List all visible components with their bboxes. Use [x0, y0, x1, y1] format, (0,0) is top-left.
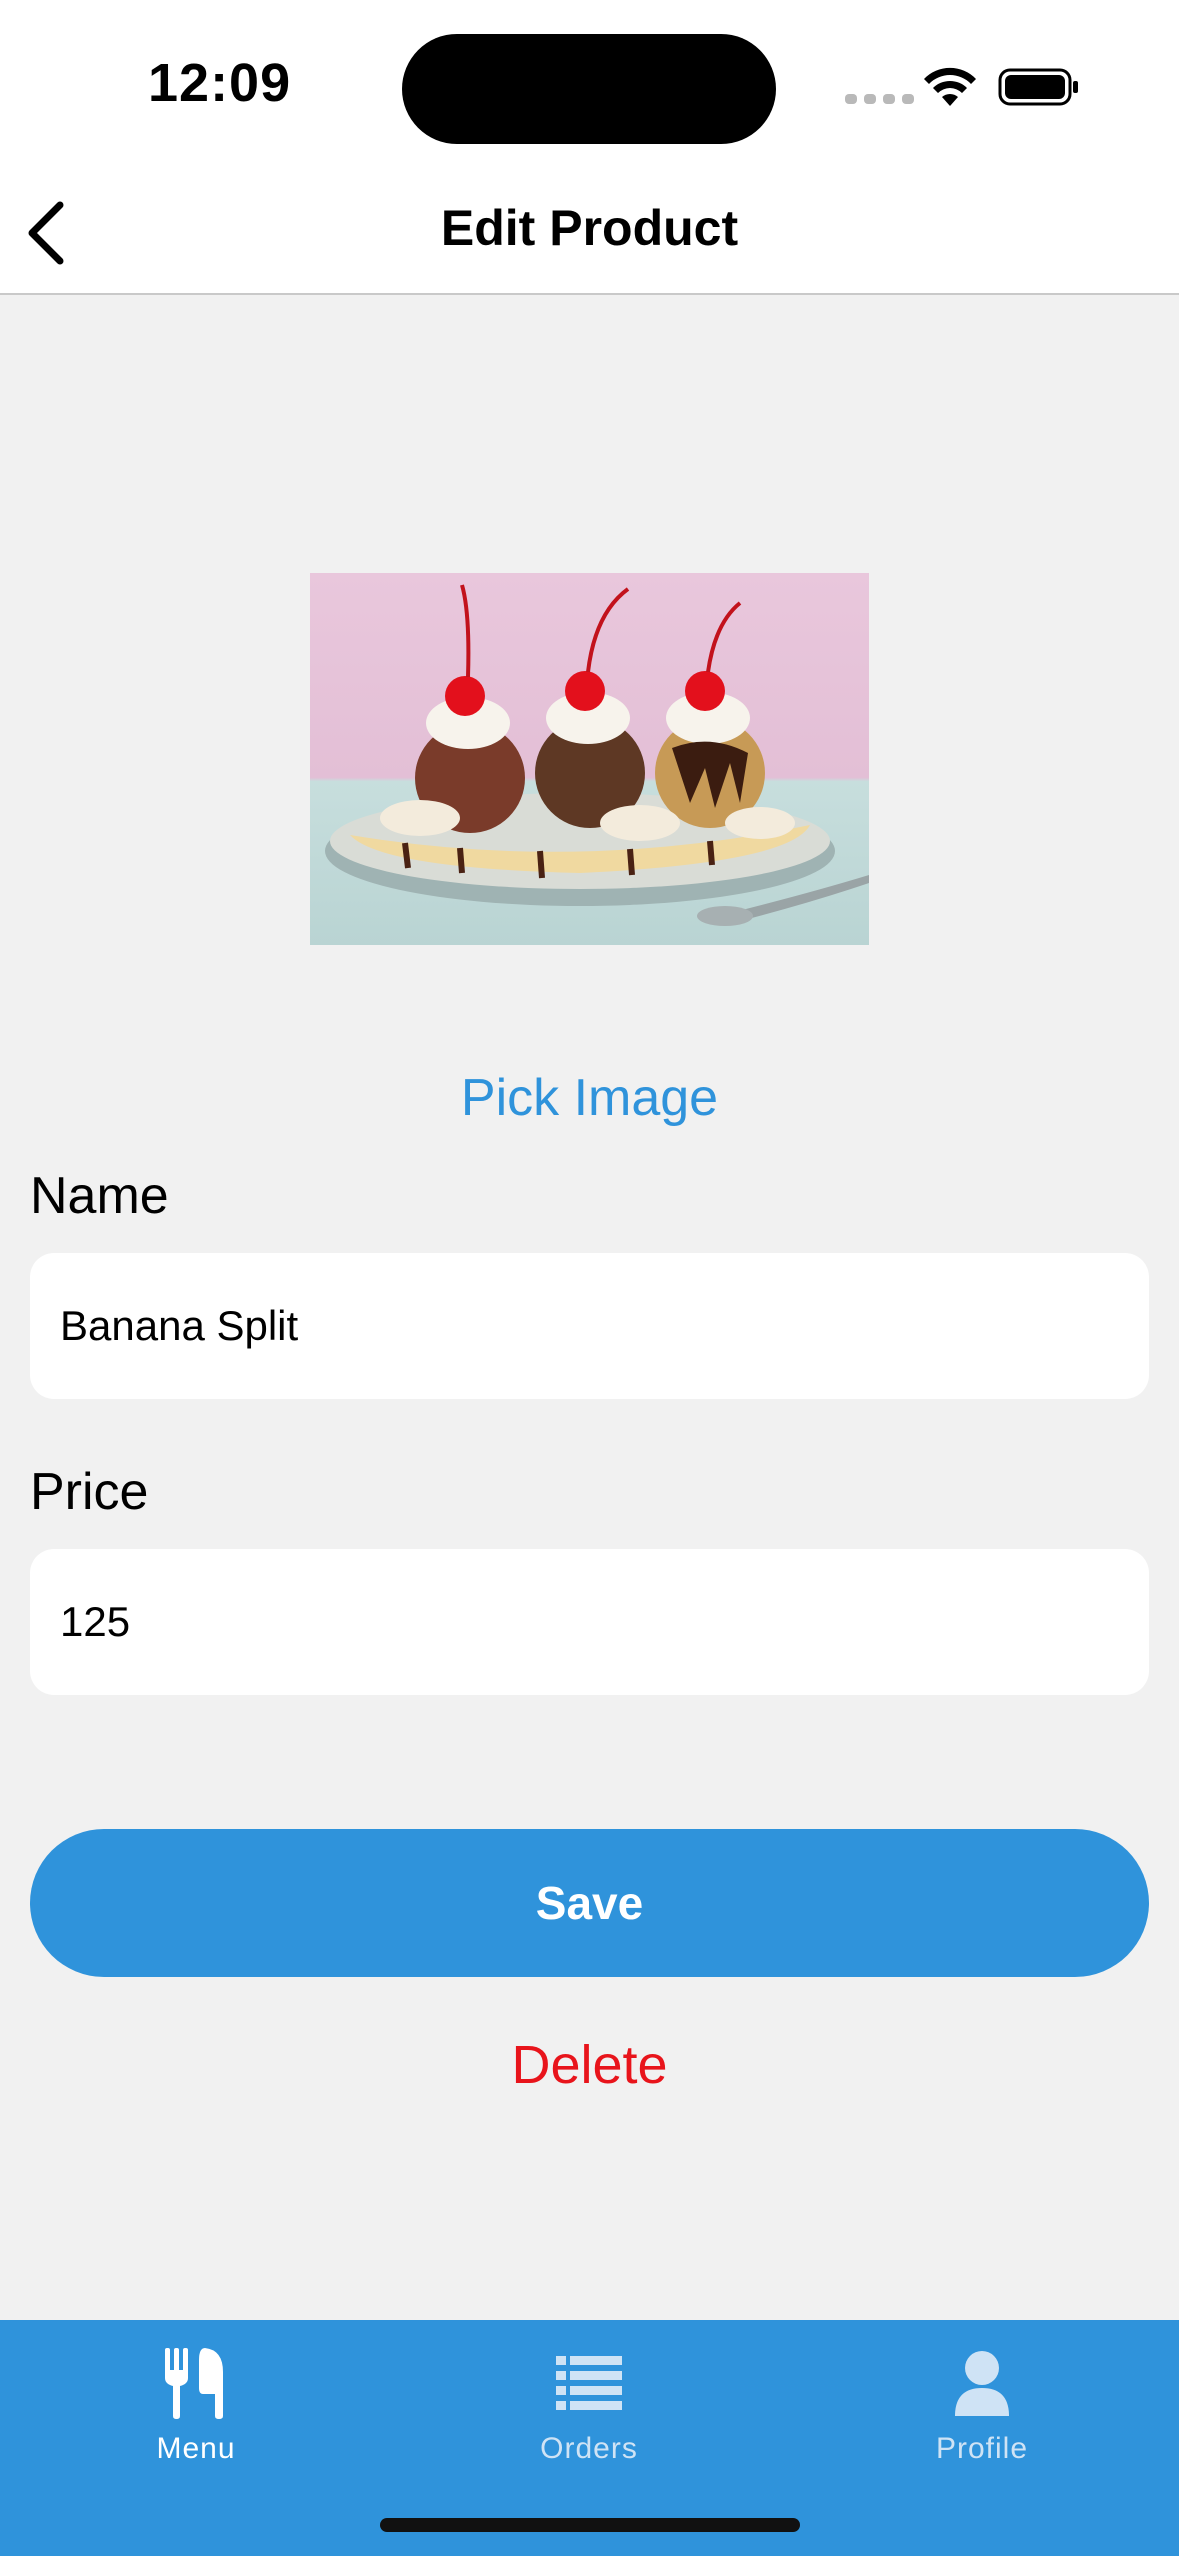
price-field[interactable]: 125 — [30, 1549, 1149, 1695]
status-time: 12:09 — [148, 53, 292, 113]
list-icon — [556, 2356, 622, 2410]
status-bar: 12:09 — [0, 0, 1179, 175]
battery-icon — [998, 68, 1078, 106]
product-image — [310, 573, 869, 945]
price-label: Price — [30, 1463, 149, 1521]
person-icon — [955, 2351, 1009, 2416]
pick-image-button[interactable]: Pick Image — [0, 1068, 1179, 1128]
save-button[interactable]: Save — [30, 1829, 1149, 1977]
tab-menu[interactable]: Menu — [76, 2320, 316, 2470]
dynamic-island — [402, 34, 776, 144]
fork-knife-icon — [165, 2348, 223, 2419]
tab-profile-label: Profile — [935, 2432, 1029, 2465]
page-title: Edit Product — [440, 200, 739, 256]
navigation-bar: Edit Product — [0, 175, 1179, 295]
name-field[interactable]: Banana Split — [30, 1253, 1149, 1399]
tab-profile[interactable]: Profile — [862, 2320, 1102, 2470]
wifi-icon — [924, 67, 976, 106]
cellular-signal-icon — [845, 94, 914, 104]
name-label: Name — [30, 1167, 169, 1225]
tab-orders[interactable]: Orders — [469, 2320, 709, 2470]
delete-button[interactable]: Delete — [0, 2034, 1179, 2096]
tab-menu-label: Menu — [156, 2432, 236, 2465]
tab-orders-label: Orders — [540, 2432, 638, 2465]
home-indicator — [380, 2518, 800, 2532]
